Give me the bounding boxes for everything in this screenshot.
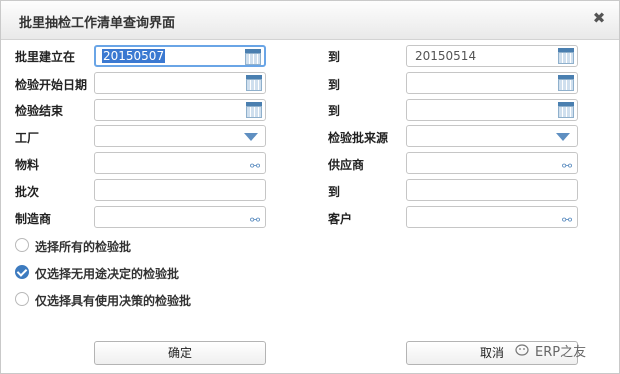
calendar-icon[interactable] (246, 75, 262, 91)
option-label: 选择所有的检验批 (35, 240, 132, 254)
option-label: 仅选择无用途决定的检验批 (35, 267, 180, 281)
manufacturer-input[interactable]: ⚯ (94, 206, 266, 228)
wechat-icon (515, 344, 531, 358)
insp-start-to-label: 到 (328, 78, 341, 92)
batch-created-from-input[interactable]: 20150507 (94, 45, 266, 67)
radio-all-batches[interactable] (15, 238, 29, 252)
batch-source-label: 检验批来源 (328, 131, 389, 145)
close-icon[interactable]: ✖ (591, 10, 607, 26)
dialog-title: 批里抽检工作清单查询界面 (19, 16, 176, 31)
ok-button[interactable]: 确定 (94, 341, 266, 365)
insp-end-label: 检验结束 (15, 104, 64, 118)
lot-to-label: 到 (328, 185, 341, 199)
calendar-icon[interactable] (558, 75, 574, 91)
supplier-input[interactable]: ⚯ (406, 152, 578, 174)
option-label: 仅选择具有使用决策的检验批 (35, 294, 192, 308)
link-icon[interactable]: ⚯ (250, 210, 260, 230)
watermark-text: ERP之友 (535, 345, 587, 360)
link-icon[interactable]: ⚯ (562, 156, 572, 176)
manufacturer-label: 制造商 (15, 212, 52, 226)
link-icon[interactable]: ⚯ (562, 210, 572, 230)
dropdown-arrow-icon[interactable] (244, 133, 258, 141)
material-label: 物料 (15, 158, 40, 172)
batch-created-label: 批里建立在 (15, 50, 76, 64)
batch-created-to-value: 20150514 (415, 49, 477, 63)
insp-start-to-input[interactable] (406, 72, 578, 94)
calendar-icon[interactable] (245, 49, 261, 65)
radio-no-usage-decision[interactable] (15, 265, 29, 279)
insp-end-to-label: 到 (328, 104, 341, 118)
customer-input[interactable]: ⚯ (406, 206, 578, 228)
material-input[interactable]: ⚯ (94, 152, 266, 174)
insp-start-from-input[interactable] (94, 72, 266, 94)
supplier-label: 供应商 (328, 158, 365, 172)
plant-label: 工厂 (15, 131, 40, 145)
link-icon[interactable]: ⚯ (250, 156, 260, 176)
lot-from-input[interactable] (94, 179, 266, 201)
calendar-icon[interactable] (246, 102, 262, 118)
calendar-icon[interactable] (558, 48, 574, 64)
calendar-icon[interactable] (558, 102, 574, 118)
watermark: ERP之友 (515, 341, 586, 360)
batch-created-to-label: 到 (328, 50, 341, 64)
title-bar: 批里抽检工作清单查询界面 ✖ (1, 1, 619, 40)
plant-select[interactable] (94, 125, 266, 147)
batch-created-from-value: 20150507 (102, 49, 166, 63)
insp-end-to-input[interactable] (406, 99, 578, 121)
batch-created-to-input[interactable]: 20150514 (406, 45, 578, 67)
radio-with-usage-decision[interactable] (15, 292, 29, 306)
dropdown-arrow-icon[interactable] (556, 133, 570, 141)
insp-start-label: 检验开始日期 (15, 78, 88, 92)
customer-label: 客户 (328, 212, 353, 226)
lot-to-input[interactable] (406, 179, 578, 201)
batch-source-select[interactable] (406, 125, 578, 147)
lot-label: 批次 (15, 185, 40, 199)
query-dialog: 批里抽检工作清单查询界面 ✖ 批里建立在 20150507 到 20150514… (0, 0, 620, 374)
insp-end-from-input[interactable] (94, 99, 266, 121)
